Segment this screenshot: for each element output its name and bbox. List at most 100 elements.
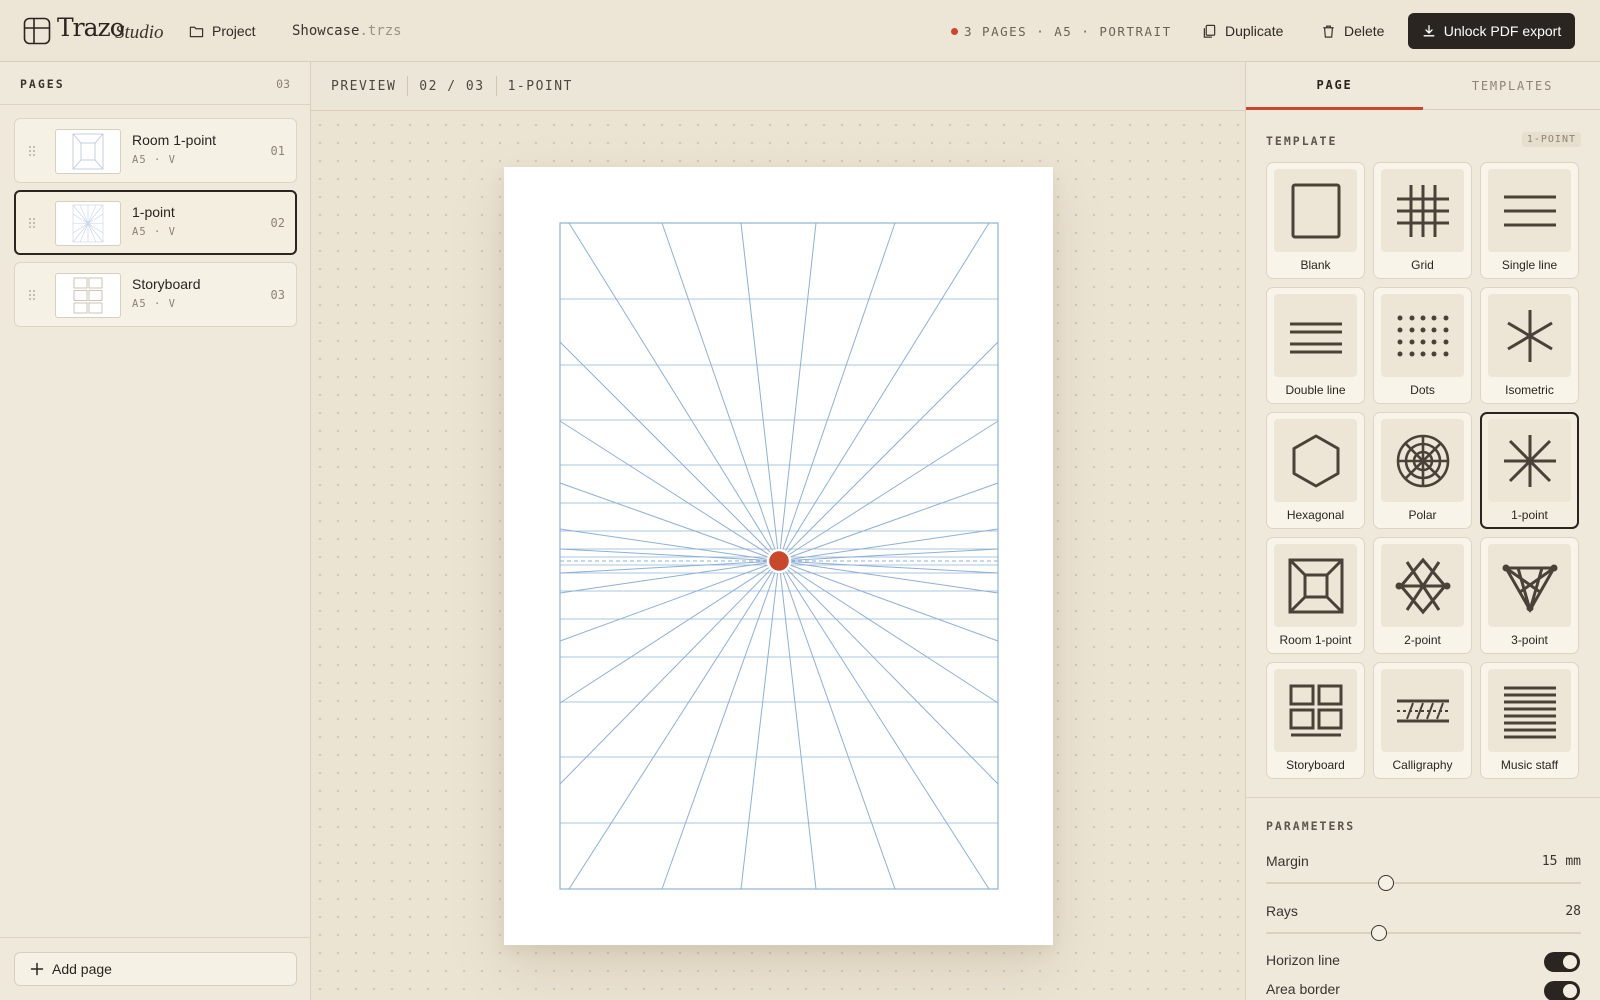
one-point-perspective-grid [559, 222, 999, 890]
template-label: Calligraphy [1392, 758, 1453, 772]
folder-icon [189, 26, 204, 37]
project-label: Project [212, 23, 256, 39]
unlock-pdf-export-button[interactable]: Unlock PDF export [1408, 13, 1575, 49]
canvas-area[interactable]: PREVIEW 02 / 03 1-POINT [311, 62, 1245, 1000]
properties-panel: PAGE TEMPLATES TEMPLATE 1-POINT Blank Gr… [1245, 62, 1600, 1000]
delete-button[interactable]: Delete [1321, 18, 1384, 44]
page-card-storyboard[interactable]: Storyboard A5 · V 03 [14, 262, 297, 327]
divider [495, 76, 497, 96]
canvas-toolbar: PREVIEW 02 / 03 1-POINT [311, 62, 1245, 111]
template-dots[interactable]: Dots [1373, 287, 1472, 404]
template-label: Polar [1408, 508, 1437, 522]
brand-name: Trazo [57, 13, 125, 42]
page-preview [504, 167, 1053, 945]
template-badge: 1-POINT [1521, 132, 1581, 147]
rays-slider-handle[interactable] [1371, 925, 1388, 941]
perspective-ray [740, 222, 780, 562]
page-number: 03 [270, 288, 285, 302]
template-double-line[interactable]: Double line [1266, 287, 1365, 404]
isometric-icon [1506, 309, 1553, 362]
template-label: Blank [1300, 258, 1331, 272]
add-page-button[interactable]: Add page [14, 952, 297, 986]
top-bar: Trazo Studio Project Showcase.trzs 3 PAG… [0, 0, 1600, 62]
template-2-point[interactable]: 2-point [1373, 537, 1472, 654]
template-storyboard[interactable]: Storyboard [1266, 662, 1365, 779]
duplicate-label: Duplicate [1225, 23, 1284, 39]
single-line-icon [1503, 195, 1556, 226]
drag-handle-icon[interactable] [27, 288, 37, 302]
hexagon-icon [1292, 434, 1339, 487]
unlock-pdf-export-label: Unlock PDF export [1443, 23, 1562, 39]
document-meta: 3 PAGES · A5 · PORTRAIT [951, 24, 1172, 39]
template-isometric[interactable]: Isometric [1480, 287, 1579, 404]
preview-mode-label: PREVIEW [331, 78, 397, 94]
1-point-icon [1503, 434, 1556, 487]
perspective-ray [661, 560, 780, 890]
template-label: Single line [1501, 258, 1558, 272]
current-template-label: 1-POINT [507, 78, 573, 94]
horizon-line-toggle[interactable] [1544, 952, 1580, 972]
perspective-ray [778, 560, 999, 785]
template-label: Dots [1410, 383, 1435, 397]
perspective-ray [778, 560, 999, 704]
template-polar[interactable]: Polar [1373, 412, 1472, 529]
rays-label: Rays [1266, 903, 1298, 919]
horizon-line-label: Horizon line [1266, 952, 1340, 968]
tab-page[interactable]: PAGE [1246, 62, 1423, 110]
page-card-1-point[interactable]: 1-point A5 · V 02 [14, 190, 297, 255]
perspective-ray [778, 528, 999, 562]
template-1-point[interactable]: 1-point [1480, 412, 1579, 529]
perspective-ray [778, 560, 999, 594]
page-card-room-1-point[interactable]: Room 1-point A5 · V 01 [14, 118, 297, 183]
polar-icon [1396, 434, 1449, 487]
template-room-1-point[interactable]: Room 1-point [1266, 537, 1365, 654]
storyboard-icon [1289, 684, 1342, 736]
page-indicator: 02 / 03 [419, 78, 485, 94]
perspective-ray [559, 548, 780, 562]
template-hexagonal[interactable]: Hexagonal [1266, 412, 1365, 529]
pages-title: PAGES [20, 77, 65, 91]
template-blank[interactable]: Blank [1266, 162, 1365, 279]
tab-templates[interactable]: TEMPLATES [1424, 62, 1600, 110]
duplicate-icon [1203, 24, 1216, 38]
trash-icon [1323, 25, 1334, 38]
template-3-point[interactable]: 3-point [1480, 537, 1579, 654]
template-label: Hexagonal [1286, 508, 1345, 522]
duplicate-button[interactable]: Duplicate [1202, 18, 1283, 44]
perspective-ray [740, 560, 780, 890]
page-name: 1-point [132, 204, 175, 220]
perspective-ray [559, 528, 780, 562]
file-extension: .trzs [359, 23, 402, 39]
pages-header: PAGES 03 [0, 62, 310, 105]
area-border-toggle[interactable] [1544, 981, 1580, 1000]
page-number: 02 [270, 216, 285, 230]
template-label: Grid [1411, 258, 1434, 272]
document-meta-text: 3 PAGES · A5 · PORTRAIT [964, 24, 1172, 39]
file-name: Showcase.trzs [292, 23, 402, 39]
room-1-point-icon [1288, 558, 1343, 613]
project-button[interactable]: Project [189, 18, 256, 44]
template-single-line[interactable]: Single line [1480, 162, 1579, 279]
template-label: 3-point [1511, 633, 1548, 647]
panel-tabs: PAGE TEMPLATES [1246, 62, 1600, 110]
perspective-ray [568, 222, 780, 562]
drag-handle-icon[interactable] [27, 144, 37, 158]
pages-count: 03 [276, 77, 290, 91]
template-music-staff[interactable]: Music staff [1480, 662, 1579, 779]
rays-slider[interactable] [1266, 925, 1581, 941]
perspective-ray [559, 560, 780, 594]
page-thumbnail [55, 129, 121, 174]
download-icon [1423, 25, 1435, 37]
perspective-ray [559, 560, 780, 704]
margin-slider-handle[interactable] [1377, 875, 1394, 891]
perspective-ray [559, 560, 780, 785]
template-grid[interactable]: Grid [1373, 162, 1472, 279]
template-calligraphy[interactable]: Calligraphy [1373, 662, 1472, 779]
template-label: Music staff [1500, 758, 1559, 772]
vanishing-point-handle[interactable] [766, 548, 792, 574]
calligraphy-icon [1396, 699, 1449, 722]
perspective-ray [778, 420, 999, 562]
margin-slider[interactable] [1266, 875, 1581, 891]
drag-handle-icon[interactable] [27, 216, 37, 230]
dots-icon [1397, 315, 1448, 356]
